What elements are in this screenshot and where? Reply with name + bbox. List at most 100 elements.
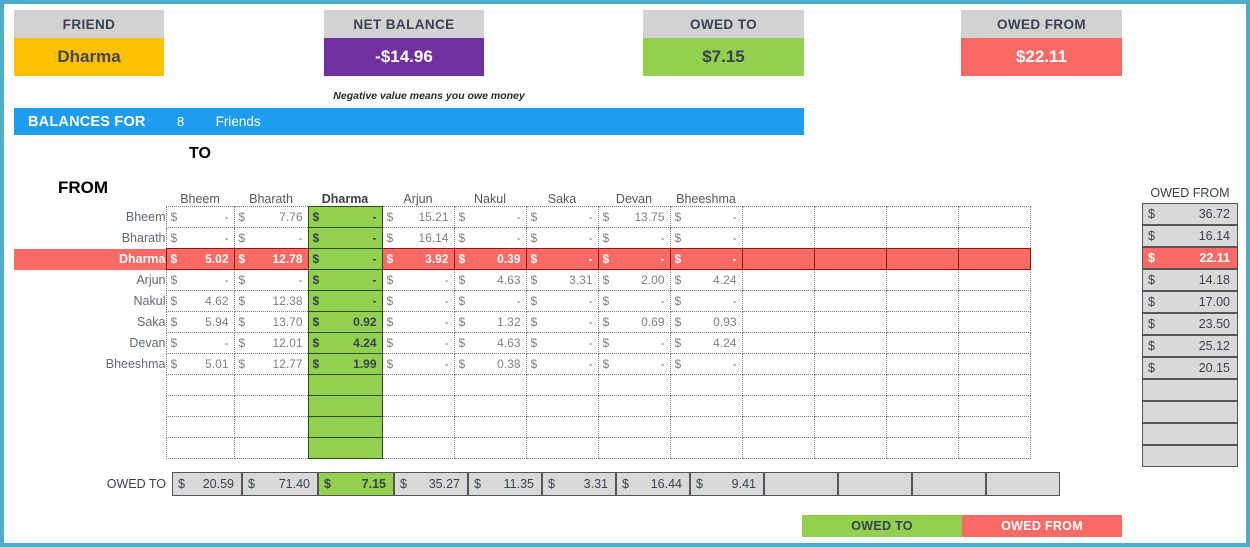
owed-to-cell[interactable]: $9.41	[690, 472, 764, 496]
matrix-cell[interactable]	[885, 290, 959, 312]
matrix-cell[interactable]	[741, 416, 815, 438]
matrix-cell[interactable]: $0.38	[453, 353, 527, 375]
matrix-cell[interactable]	[597, 437, 671, 459]
owed-from-cell[interactable]	[1142, 401, 1238, 423]
matrix-cell[interactable]	[957, 248, 1031, 270]
matrix-cell[interactable]	[957, 395, 1031, 417]
matrix-cell[interactable]	[741, 437, 815, 459]
matrix-cell[interactable]: $7.76	[233, 206, 309, 228]
matrix-cell[interactable]	[525, 374, 599, 396]
matrix-cell[interactable]: $15.21	[381, 206, 455, 228]
matrix-cell[interactable]: $5.02	[165, 248, 235, 270]
matrix-cell[interactable]	[813, 332, 887, 354]
matrix-cell[interactable]: $0.93	[669, 311, 743, 333]
matrix-cell[interactable]: $4.62	[165, 290, 235, 312]
matrix-cell[interactable]	[813, 395, 887, 417]
owed-to-cell[interactable]: $71.40	[242, 472, 318, 496]
matrix-cell[interactable]: $ -	[525, 332, 599, 354]
matrix-cell[interactable]	[741, 248, 815, 270]
matrix-cell[interactable]: $4.24	[307, 332, 383, 354]
matrix-cell[interactable]	[813, 290, 887, 312]
matrix-cell[interactable]	[165, 374, 235, 396]
matrix-cell[interactable]	[813, 311, 887, 333]
matrix-cell[interactable]: $ -	[669, 206, 743, 228]
matrix-cell[interactable]: $12.38	[233, 290, 309, 312]
matrix-cell[interactable]: $ -	[597, 248, 671, 270]
matrix-cell[interactable]	[813, 227, 887, 249]
matrix-cell[interactable]	[307, 416, 383, 438]
matrix-cell[interactable]	[741, 269, 815, 291]
matrix-cell[interactable]: $13.75	[597, 206, 671, 228]
matrix-cell[interactable]: $ -	[307, 206, 383, 228]
matrix-cell[interactable]	[957, 311, 1031, 333]
owed-from-cell[interactable]: $17.00	[1142, 291, 1238, 313]
matrix-cell[interactable]: $ -	[453, 206, 527, 228]
matrix-cell[interactable]: $16.14	[381, 227, 455, 249]
matrix-cell[interactable]	[233, 395, 309, 417]
matrix-cell[interactable]: $2.00	[597, 269, 671, 291]
friend-count-value[interactable]: 8	[146, 114, 216, 129]
matrix-cell[interactable]: $ -	[597, 290, 671, 312]
matrix-cell[interactable]	[885, 269, 959, 291]
matrix-cell[interactable]	[885, 374, 959, 396]
matrix-cell[interactable]: $3.31	[525, 269, 599, 291]
matrix-cell[interactable]	[525, 416, 599, 438]
owed-from-cell[interactable]	[1142, 423, 1238, 445]
owed-from-cell[interactable]: $20.15	[1142, 357, 1238, 379]
matrix-cell[interactable]	[885, 332, 959, 354]
matrix-cell[interactable]	[885, 248, 959, 270]
matrix-cell[interactable]: $4.63	[453, 269, 527, 291]
matrix-cell[interactable]: $ -	[597, 353, 671, 375]
owed-from-cell[interactable]: $14.18	[1142, 269, 1238, 291]
matrix-cell[interactable]	[957, 437, 1031, 459]
matrix-cell[interactable]: $13.70	[233, 311, 309, 333]
owed-to-cell[interactable]: $11.35	[468, 472, 542, 496]
matrix-cell[interactable]	[957, 290, 1031, 312]
matrix-cell[interactable]	[233, 416, 309, 438]
matrix-cell[interactable]: $4.24	[669, 269, 743, 291]
owed-from-cell[interactable]: $22.11	[1142, 247, 1238, 269]
kpi-value-friend[interactable]: Dharma	[14, 38, 164, 76]
matrix-cell[interactable]: $3.92	[381, 248, 455, 270]
matrix-cell[interactable]	[813, 437, 887, 459]
matrix-cell[interactable]	[381, 437, 455, 459]
matrix-cell[interactable]	[525, 395, 599, 417]
matrix-cell[interactable]	[669, 437, 743, 459]
matrix-cell[interactable]	[957, 206, 1031, 228]
matrix-cell[interactable]	[813, 374, 887, 396]
matrix-cell[interactable]	[885, 437, 959, 459]
matrix-cell[interactable]	[957, 416, 1031, 438]
owed-from-cell[interactable]: $23.50	[1142, 313, 1238, 335]
matrix-cell[interactable]	[165, 437, 235, 459]
owed-to-cell[interactable]: $20.59	[172, 472, 242, 496]
matrix-cell[interactable]: $ -	[307, 290, 383, 312]
matrix-cell[interactable]	[453, 395, 527, 417]
matrix-cell[interactable]	[885, 395, 959, 417]
matrix-cell[interactable]: $0.69	[597, 311, 671, 333]
owed-from-cell[interactable]	[1142, 445, 1238, 467]
owed-from-cell[interactable]: $25.12	[1142, 335, 1238, 357]
matrix-cell[interactable]	[957, 227, 1031, 249]
matrix-cell[interactable]: $ -	[453, 290, 527, 312]
matrix-cell[interactable]	[381, 416, 455, 438]
matrix-cell[interactable]	[453, 416, 527, 438]
matrix-cell[interactable]	[669, 395, 743, 417]
matrix-cell[interactable]	[233, 437, 309, 459]
owed-from-cell[interactable]	[1142, 379, 1238, 401]
owed-to-cell[interactable]	[764, 472, 838, 496]
matrix-cell[interactable]: $ -	[233, 269, 309, 291]
matrix-cell[interactable]: $ -	[525, 353, 599, 375]
owed-from-cell[interactable]: $16.14	[1142, 225, 1238, 247]
matrix-cell[interactable]	[307, 395, 383, 417]
matrix-cell[interactable]: $ -	[669, 248, 743, 270]
owed-to-cell[interactable]	[986, 472, 1060, 496]
matrix-cell[interactable]: $4.63	[453, 332, 527, 354]
matrix-cell[interactable]	[597, 395, 671, 417]
matrix-cell[interactable]: $ -	[381, 332, 455, 354]
matrix-cell[interactable]: $ -	[669, 290, 743, 312]
matrix-cell[interactable]	[957, 332, 1031, 354]
matrix-cell[interactable]	[957, 374, 1031, 396]
owed-to-cell[interactable]: $3.31	[542, 472, 616, 496]
matrix-cell[interactable]: $ -	[381, 353, 455, 375]
matrix-cell[interactable]	[307, 437, 383, 459]
